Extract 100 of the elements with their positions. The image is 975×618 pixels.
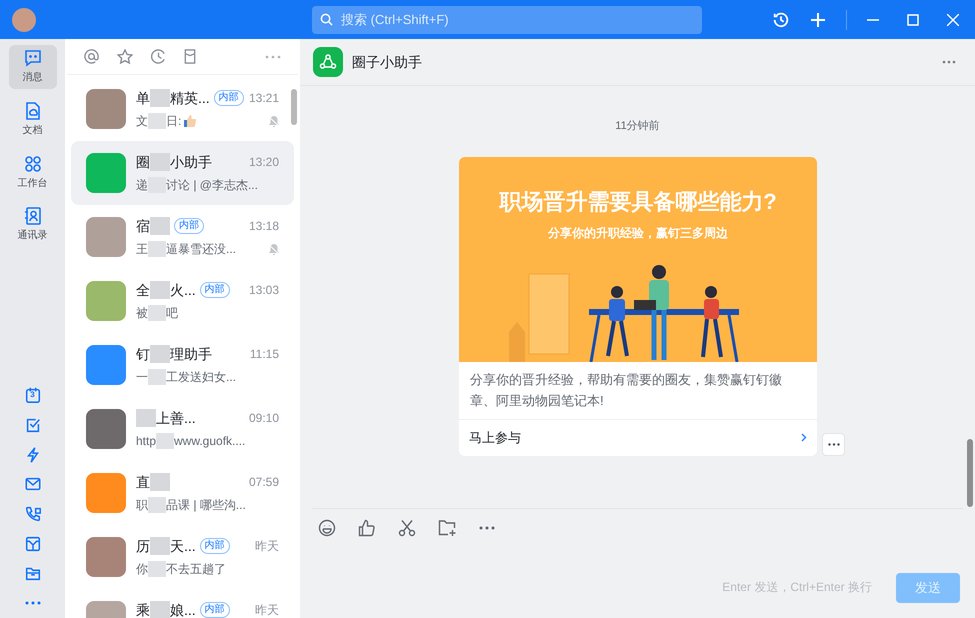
chat-item[interactable]: 历 天... 内部 昨天 你 不去五趟了 — [71, 525, 294, 589]
contact-name: 钉 — [136, 344, 150, 364]
contact-name: 娘... — [170, 600, 196, 618]
chat-icon — [22, 48, 42, 68]
chat-item[interactable]: 直 07:59 职 品课 | 哪些沟... — [71, 461, 294, 525]
scrollbar-thumb[interactable] — [291, 89, 297, 125]
contact-name: 历 — [136, 536, 150, 556]
chat-item[interactable]: 单 精英... 内部 13:21 文 日: — [71, 77, 294, 141]
contact-name: 上善... — [156, 408, 196, 428]
conversation-title: 圈子小助手 — [352, 52, 422, 72]
more-icon — [24, 601, 40, 606]
circle-nodes-icon — [319, 53, 337, 71]
contact-name: 天... — [170, 536, 196, 556]
chat-item[interactable]: 上善... 09:10 http www.guofk.... — [71, 397, 294, 461]
plus-icon[interactable] — [810, 12, 826, 28]
thumbs-up-icon[interactable] — [358, 518, 376, 536]
chat-time: 13:21 — [248, 90, 279, 107]
message-preview: 被 — [136, 305, 148, 322]
internal-tag: 内部 — [200, 602, 230, 618]
group-avatar[interactable] — [313, 47, 343, 77]
banner-title: 职场晋升需要具备哪些能力? — [499, 188, 777, 216]
blur-mosaic — [150, 473, 170, 491]
chat-item[interactable]: 宿 内部 13:18 王 逼暴雪还没... — [71, 205, 294, 269]
chat-item[interactable]: 全 火... 内部 13:03 被 吧 — [71, 269, 294, 333]
rail-tab[interactable]: 文档 — [8, 98, 56, 142]
message-more-button[interactable] — [822, 432, 845, 456]
join-link-label: 马上参与 — [469, 428, 522, 447]
message-preview: 日: — [166, 113, 182, 130]
more-icon — [828, 442, 840, 446]
chat-time: 昨天 — [255, 538, 279, 555]
emoji-icon[interactable] — [318, 518, 336, 536]
internal-tag: 内部 — [200, 538, 230, 554]
message-preview: 你 — [136, 561, 148, 578]
more-icon[interactable] — [479, 526, 495, 530]
chat-time: 13:18 — [248, 218, 279, 235]
message-preview: 王 — [136, 241, 148, 258]
contact-name: 乘 — [136, 600, 150, 618]
blur-mosaic — [150, 537, 170, 555]
chat-time: 13:20 — [248, 154, 279, 171]
box-icon — [24, 534, 42, 553]
chat-item[interactable]: 乘 娘... 内部 昨天 — [71, 589, 294, 618]
card-description: 分享你的晋升经验，帮助有需要的圈友，集赞赢钉钉徽章、阿里动物园笔记本! — [459, 362, 817, 420]
more-icon[interactable] — [265, 54, 281, 58]
chat-time: 09:10 — [248, 410, 279, 427]
chat-time: 昨天 — [255, 602, 279, 618]
avatar-icon[interactable] — [12, 8, 36, 32]
rail-tab[interactable]: 工作台 — [8, 150, 56, 194]
apps-icon — [22, 154, 42, 174]
message-preview: 一 — [136, 369, 148, 386]
contact-name: 全 — [136, 280, 150, 300]
internal-tag: 内部 — [214, 90, 244, 106]
blur-mosaic — [148, 113, 166, 129]
blur-mosaic — [150, 281, 170, 299]
maximize-icon[interactable] — [907, 14, 919, 26]
send-hint: Enter 发送，Ctrl+Enter 换行 — [722, 579, 872, 596]
blur-mosaic — [136, 409, 156, 427]
blur-mosaic — [150, 217, 170, 235]
phone-icon — [24, 505, 42, 524]
scrollbar-thumb[interactable] — [967, 439, 973, 507]
chat-item[interactable]: 圈 小助手 13:20 递 讨论 | @李志杰... — [71, 141, 294, 205]
blur-mosaic — [150, 153, 170, 171]
message-preview: http — [136, 433, 156, 450]
calendar-day: 3 — [24, 391, 42, 400]
blur-mosaic — [156, 433, 174, 449]
history-icon[interactable] — [772, 10, 790, 28]
document-icon[interactable] — [184, 49, 196, 64]
blur-mosaic — [148, 305, 166, 321]
contact-name: 理助手 — [170, 344, 212, 364]
message-timestamp: 11分钟前 — [615, 119, 660, 134]
blur-mosaic — [148, 561, 166, 577]
close-icon[interactable] — [947, 14, 959, 26]
blur-mosaic — [150, 345, 170, 363]
contact-name: 精英... — [170, 88, 210, 108]
message-preview: 不去五趟了 — [166, 561, 226, 578]
folder-plus-icon[interactable] — [438, 518, 457, 536]
chat-time: 11:15 — [250, 346, 279, 363]
message-preview: 职 — [136, 497, 148, 514]
more-icon[interactable] — [942, 60, 956, 64]
message-preview: 逼暴雪还没... — [166, 241, 236, 258]
blur-mosaic — [150, 89, 170, 107]
search-icon — [320, 13, 333, 26]
rail-tab[interactable]: 通讯录 — [8, 202, 56, 247]
contact-name: 小助手 — [170, 152, 212, 172]
chat-item[interactable]: 钉 理助手 11:15 一 工发送妇女... — [71, 333, 294, 397]
message-preview: 工发送妇女... — [166, 369, 236, 386]
calendar-icon — [24, 386, 42, 404]
contact-name: 单 — [136, 88, 150, 108]
scissors-icon[interactable] — [398, 518, 416, 536]
message-preview: 递 — [136, 177, 148, 194]
star-icon[interactable] — [117, 48, 133, 64]
contact-name: 圈 — [136, 152, 150, 172]
clock-icon[interactable] — [151, 49, 166, 64]
mention-icon[interactable] — [84, 49, 99, 64]
blur-mosaic — [148, 369, 166, 385]
internal-tag: 内部 — [200, 282, 230, 298]
message-preview: www.guofk.... — [174, 433, 246, 450]
contact-name: 宿 — [136, 216, 150, 236]
rail-tab[interactable]: 消息 — [8, 45, 56, 89]
join-link[interactable]: 马上参与 — [459, 420, 817, 456]
contact-name: 直 — [136, 472, 150, 492]
